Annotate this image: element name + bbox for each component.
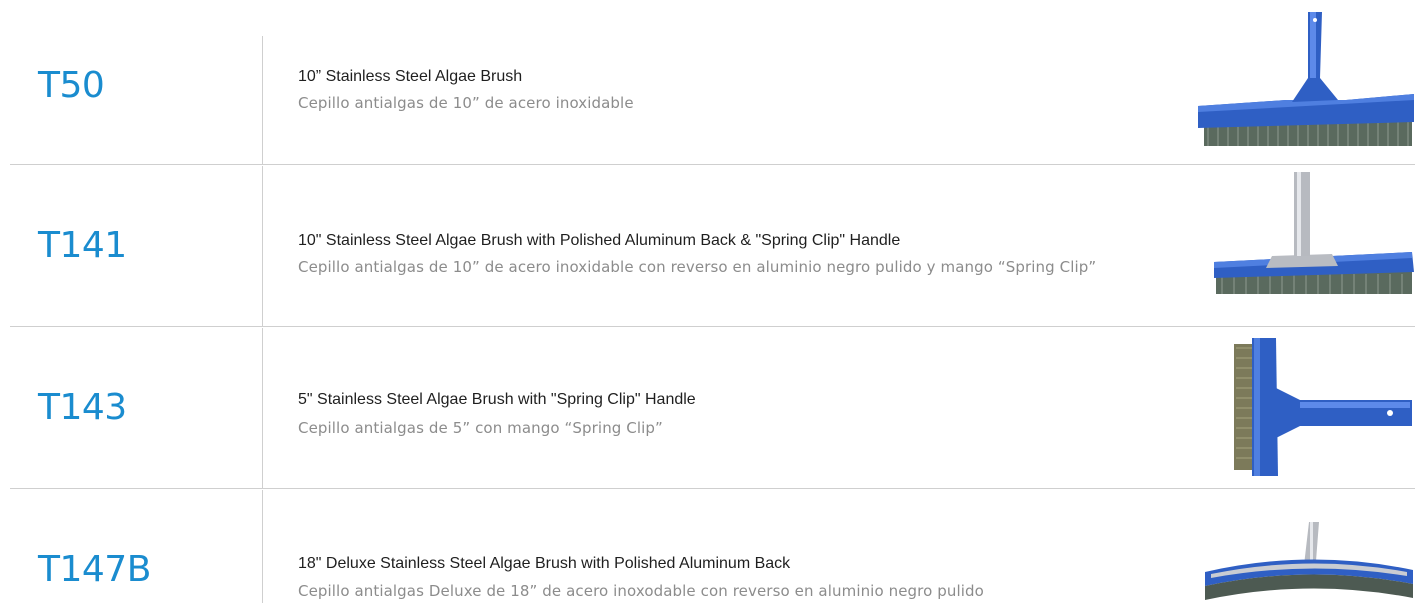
brush-product-image <box>1214 172 1414 294</box>
product-row: T50 10” Stainless Steel Algae Brush Cepi… <box>0 0 1415 164</box>
brush-product-image <box>1234 338 1412 476</box>
product-name-en: 18" Deluxe Stainless Steel Algae Brush w… <box>298 555 791 572</box>
product-row: T141 10" Stainless Steel Algae Brush wit… <box>0 164 1415 326</box>
product-name-es: Cepillo antialgas Deluxe de 18” de acero… <box>298 582 984 600</box>
product-name-en: 10" Stainless Steel Algae Brush with Pol… <box>298 232 901 249</box>
product-name-es: Cepillo antialgas de 10” de acero inoxid… <box>298 258 1097 276</box>
product-row: T147B 18" Deluxe Stainless Steel Algae B… <box>0 488 1415 603</box>
product-name-es: Cepillo antialgas de 10” de acero inoxid… <box>298 94 634 112</box>
product-code: T50 <box>38 65 105 106</box>
brush-product-image <box>1205 522 1413 600</box>
product-code: T143 <box>38 387 127 428</box>
product-name-es: Cepillo antialgas de 5” con mango “Sprin… <box>298 419 663 437</box>
product-row: T143 5" Stainless Steel Algae Brush with… <box>0 326 1415 488</box>
product-name-en: 5" Stainless Steel Algae Brush with "Spr… <box>298 391 696 408</box>
product-code: T147B <box>38 549 151 590</box>
product-code: T141 <box>38 225 127 266</box>
product-name-en: 10” Stainless Steel Algae Brush <box>298 68 523 85</box>
brush-product-image <box>1198 12 1414 146</box>
